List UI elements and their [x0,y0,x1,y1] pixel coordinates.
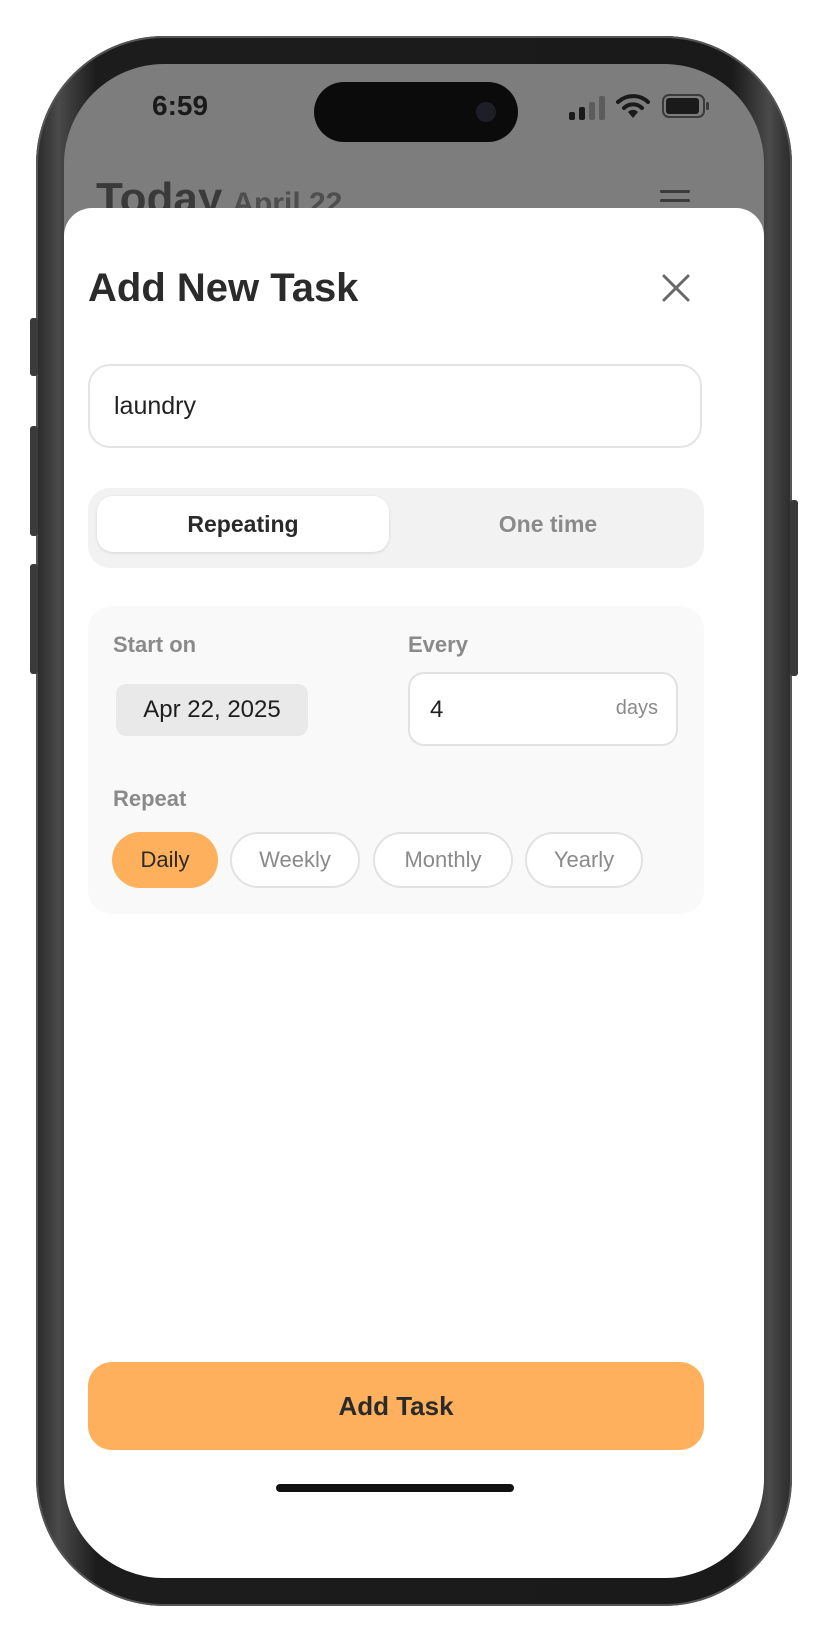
repeat-chip-daily[interactable]: Daily [112,832,218,888]
add-task-button[interactable]: Add Task [88,1362,704,1450]
wifi-icon [616,94,650,118]
task-name-input[interactable] [88,364,702,448]
volume-down-button [30,564,38,674]
task-type-segmented-control: Repeating One time [88,488,704,568]
status-time: 6:59 [152,90,209,121]
repeat-chip-yearly[interactable]: Yearly [525,832,643,888]
power-button [790,500,798,676]
repeat-chip-monthly[interactable]: Monthly [373,832,513,888]
status-bar: 6:59 [64,64,764,154]
action-button [30,318,38,376]
home-indicator[interactable] [276,1484,514,1492]
every-interval-input[interactable] [428,674,582,746]
cellular-signal-icon [569,96,607,120]
volume-up-button [30,426,38,536]
add-task-sheet: Add New Task Repeating One time Start on… [64,208,764,1578]
every-label: Every [408,632,468,657]
repeat-label: Repeat [113,786,187,811]
segment-repeating[interactable]: Repeating [97,496,389,552]
phone-screen: 6:59 Today April 22 Add New Task laundry… [64,64,764,1578]
dynamic-island [314,82,518,142]
close-icon[interactable] [654,266,698,310]
repeat-chip-weekly[interactable]: Weekly [230,832,360,888]
schedule-card: Start on Every Apr 22, 2025 days Repeat … [88,606,704,914]
every-interval-field[interactable]: days [408,672,678,746]
start-on-label: Start on [113,632,197,657]
front-camera [476,102,496,122]
sheet-title: Add New Task [88,266,359,310]
segment-one-time[interactable]: One time [402,496,694,552]
every-unit-label: days [615,697,658,719]
start-date-picker[interactable]: Apr 22, 2025 [116,684,308,736]
battery-icon [662,94,709,118]
